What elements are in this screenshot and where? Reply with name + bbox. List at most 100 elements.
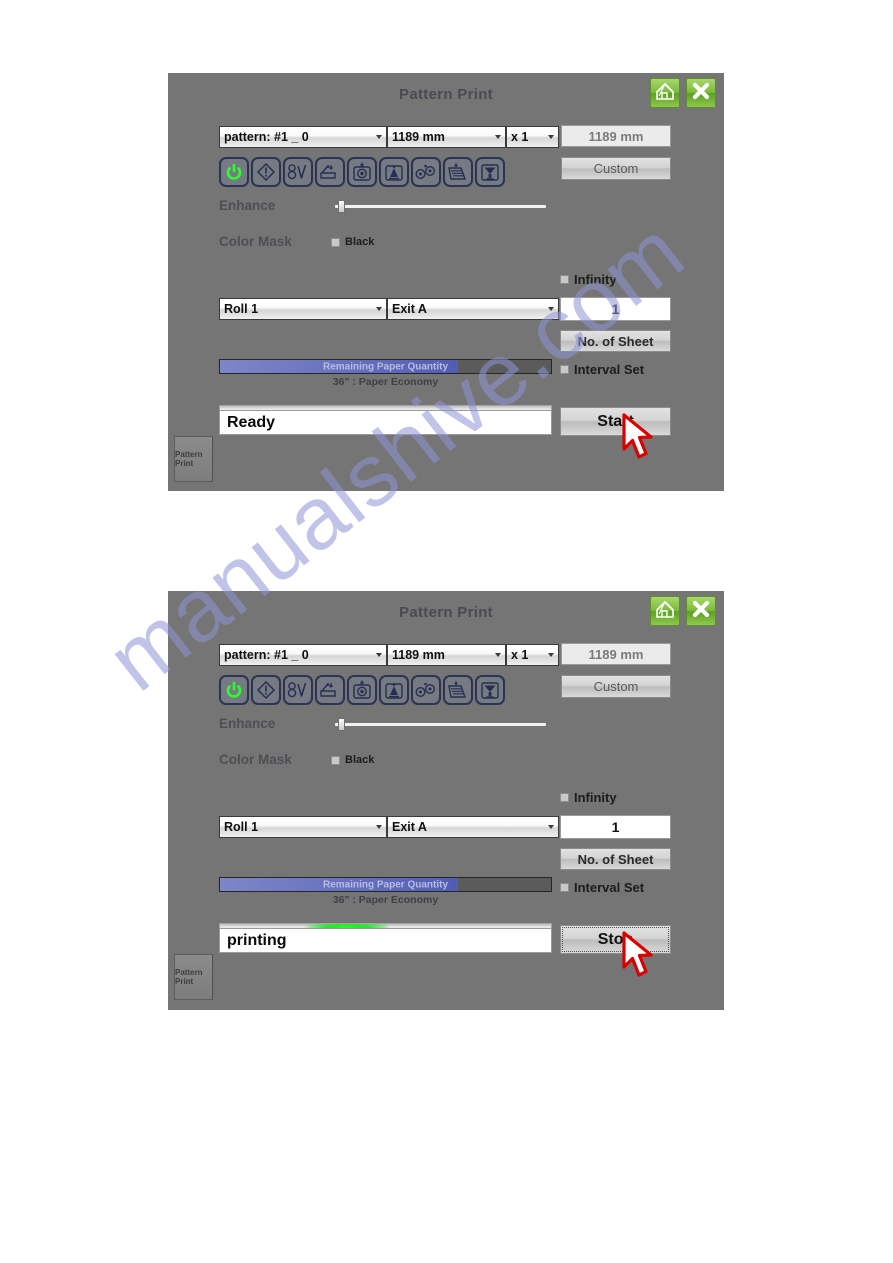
roller-icon-glyph <box>414 680 438 700</box>
interval-set-label: Interval Set <box>574 362 645 377</box>
sheet-count-input[interactable]: 1 <box>560 297 671 321</box>
sheet-count-input[interactable]: 1 <box>560 815 671 839</box>
roll-select[interactable]: Roll 1 <box>219 298 387 320</box>
remaining-paper-label: Remaining Paper Quantity <box>322 879 449 890</box>
ink-tank-icon-glyph <box>383 162 405 182</box>
roll-select[interactable]: Roll 1 <box>219 816 387 838</box>
ink-level-icon[interactable] <box>283 157 313 187</box>
close-icon <box>690 598 712 625</box>
stacker-icon[interactable] <box>443 157 473 187</box>
black-checkbox[interactable]: Black <box>331 754 374 766</box>
title-buttons <box>650 78 716 108</box>
checkbox-box <box>560 793 569 802</box>
warning-icon[interactable] <box>251 675 281 705</box>
size-select-value: 1189 mm <box>392 648 445 662</box>
pattern-select[interactable]: pattern: #1 _ 0 <box>219 644 387 666</box>
size-select[interactable]: 1189 mm <box>387 644 506 666</box>
title-bar: Pattern Print <box>168 73 724 115</box>
ink-tank-icon[interactable] <box>379 675 409 705</box>
roller-icon[interactable] <box>411 157 441 187</box>
copies-select[interactable]: x 1 <box>506 644 559 666</box>
status-icon-strip <box>219 675 505 705</box>
roll-media-icon[interactable] <box>347 157 377 187</box>
printhead-icon-glyph <box>479 680 501 700</box>
infinity-checkbox[interactable]: Infinity <box>560 790 617 805</box>
stacker-icon-glyph <box>447 162 469 182</box>
checkbox-box <box>331 755 340 765</box>
close-button[interactable] <box>686 78 716 108</box>
stop-button[interactable]: Stop <box>560 925 671 954</box>
ink-level-icon-glyph <box>287 162 309 182</box>
roll-media-icon[interactable] <box>347 675 377 705</box>
chevron-down-icon <box>376 135 382 139</box>
title-bar: Pattern Print <box>168 591 724 633</box>
remaining-paper-bar: Remaining Paper Quantity <box>219 877 552 892</box>
enhance-slider-thumb[interactable] <box>338 200 346 213</box>
printhead-icon-glyph <box>479 162 501 182</box>
close-button[interactable] <box>686 596 716 626</box>
stacker-icon[interactable] <box>443 675 473 705</box>
ink-tank-icon[interactable] <box>379 157 409 187</box>
sidebar-item-pattern-print[interactable]: Pattern Print <box>174 954 213 1000</box>
enhance-slider-thumb[interactable] <box>338 718 346 731</box>
ink-level-icon-glyph <box>287 680 309 700</box>
page-title: Pattern Print <box>399 86 493 103</box>
home-button[interactable] <box>650 78 680 108</box>
remaining-paper-label: Remaining Paper Quantity <box>322 361 449 372</box>
copies-select[interactable]: x 1 <box>506 126 559 148</box>
media-load-icon[interactable] <box>315 675 345 705</box>
black-checkbox-label: Black <box>345 236 375 248</box>
home-icon <box>654 598 676 625</box>
interval-set-checkbox[interactable]: Interval Set <box>560 362 644 377</box>
media-load-icon-glyph <box>319 680 341 700</box>
size-display: 1189 mm <box>561 125 671 147</box>
roller-icon-glyph <box>414 162 438 182</box>
power-ready-icon[interactable] <box>219 675 249 705</box>
exit-select[interactable]: Exit A <box>387 816 559 838</box>
custom-button[interactable]: Custom <box>561 157 671 180</box>
media-load-icon-glyph <box>319 162 341 182</box>
sidebar-item-pattern-print[interactable]: Pattern Print <box>174 436 213 482</box>
chevron-down-icon <box>548 653 554 657</box>
pattern-print-dialog-ready: Pattern Print pattern: #1 _ 0 1189 mm x … <box>168 73 724 491</box>
chevron-down-icon <box>548 135 554 139</box>
chevron-down-icon <box>376 825 382 829</box>
black-checkbox[interactable]: Black <box>331 236 374 248</box>
printhead-icon[interactable] <box>475 675 505 705</box>
printhead-icon[interactable] <box>475 157 505 187</box>
media-load-icon[interactable] <box>315 157 345 187</box>
pattern-print-dialog-printing: Pattern Print pattern: #1 _ 0 1189 mm x … <box>168 591 724 1010</box>
roll-select-value: Roll 1 <box>224 302 259 316</box>
color-mask-label: Color Mask <box>219 752 292 767</box>
pattern-select-value: pattern: #1 _ 0 <box>224 648 309 662</box>
black-checkbox-label: Black <box>345 754 375 766</box>
interval-set-checkbox[interactable]: Interval Set <box>560 880 644 895</box>
close-icon <box>690 80 712 107</box>
status-message: Ready <box>219 410 552 435</box>
start-button[interactable]: Start <box>560 407 671 436</box>
size-display: 1189 mm <box>561 643 671 665</box>
power-ready-icon[interactable] <box>219 157 249 187</box>
warning-icon[interactable] <box>251 157 281 187</box>
pattern-select[interactable]: pattern: #1 _ 0 <box>219 126 387 148</box>
power-ready-icon-glyph <box>224 680 244 700</box>
enhance-slider-track[interactable] <box>335 723 546 726</box>
checkbox-box <box>331 237 340 247</box>
no-of-sheet-button[interactable]: No. of Sheet <box>560 330 671 352</box>
checkbox-box <box>560 365 569 374</box>
custom-button[interactable]: Custom <box>561 675 671 698</box>
paper-economy-caption: 36" : Paper Economy <box>332 894 439 906</box>
title-buttons <box>650 596 716 626</box>
exit-select-value: Exit A <box>392 302 427 316</box>
ink-level-icon[interactable] <box>283 675 313 705</box>
infinity-checkbox[interactable]: Infinity <box>560 272 617 287</box>
enhance-slider-track[interactable] <box>335 205 546 208</box>
size-select[interactable]: 1189 mm <box>387 126 506 148</box>
no-of-sheet-button[interactable]: No. of Sheet <box>560 848 671 870</box>
ink-tank-icon-glyph <box>383 680 405 700</box>
exit-select[interactable]: Exit A <box>387 298 559 320</box>
roller-icon[interactable] <box>411 675 441 705</box>
home-button[interactable] <box>650 596 680 626</box>
roll-media-icon-glyph <box>351 680 373 700</box>
infinity-label: Infinity <box>574 272 617 287</box>
